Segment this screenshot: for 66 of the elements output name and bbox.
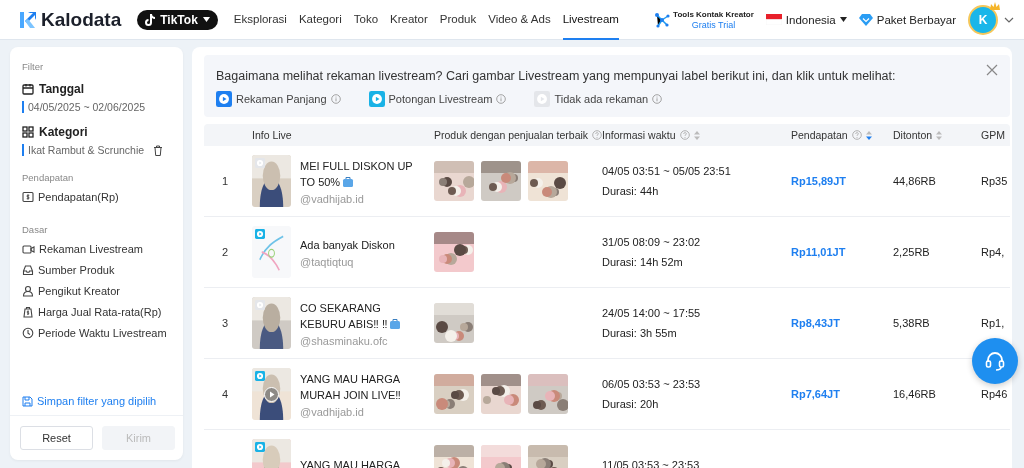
filter-value[interactable]: 04/05/2025 ~ 02/06/2025 (28, 101, 146, 113)
filter-label: Tanggal (39, 82, 85, 96)
revenue-value: Rp11,01JT (791, 246, 846, 258)
trial-link[interactable]: Gratis Trial (691, 19, 736, 31)
group-heading: Dasar (22, 224, 49, 235)
reset-button[interactable]: Reset (20, 426, 93, 450)
filter-option[interactable]: Rekaman Livestream (22, 243, 143, 255)
column-header: Ditonton (893, 129, 933, 141)
nav-tab[interactable]: Kreator (390, 0, 428, 40)
nav-tab[interactable]: Produk (439, 0, 477, 40)
live-title[interactable]: YANG MAU HARGA MURAH JOIN LIVE‼ (300, 370, 424, 403)
filter-option[interactable]: Pengikut Kreator (22, 285, 120, 297)
column-header: Produk dengan penjualan terbaik (434, 129, 589, 141)
plan-button[interactable]: Paket Berbayar (858, 13, 956, 26)
legend-label: Tidak ada rekaman (554, 93, 649, 105)
filter-option[interactable]: Harga Jual Rata-rata(Rp) (22, 306, 162, 318)
logo-text: Kalodata (41, 8, 122, 31)
time-range: 31/05 08:09 ~ 23:02 (602, 236, 702, 248)
filter-option[interactable]: Sumber Produk (22, 264, 115, 276)
time-range: 24/05 14:00 ~ 17:55 (602, 307, 702, 319)
nav-tab[interactable]: Video & Ads (488, 0, 551, 40)
nav-tab[interactable]: Livestream (562, 0, 619, 40)
platform-dropdown[interactable]: TikTok (137, 9, 218, 30)
region-dropdown[interactable]: Indonesia (765, 13, 847, 26)
revenue-value: Rp8,43JT (791, 317, 840, 329)
column-header: Info Live (252, 129, 292, 141)
tools-title: Tools Kontak Kreator (673, 8, 754, 20)
filter-heading: Filter (22, 61, 45, 72)
time-range: 06/05 03:53 ~ 23:53 (602, 378, 702, 390)
duration: Durasi: 20h (602, 398, 660, 410)
live-title[interactable]: CO SEKARANG KEBURU ABIS‼ ‼ (300, 299, 424, 332)
column-header: GPM (981, 129, 1005, 141)
gpm-value: Rp46 (981, 388, 1008, 400)
live-title[interactable]: Ada banyak Diskon (300, 236, 424, 253)
duration: Durasi: 14h 52m (602, 256, 684, 268)
rank-number: 4 (222, 388, 229, 400)
revenue-value: Rp7,64JT (791, 388, 840, 400)
column-header: Informasi waktu (602, 129, 676, 141)
views-value: 5,38RB (893, 317, 930, 329)
filter-option[interactable]: Pendapatan(Rp) (22, 191, 119, 203)
views-value: 2,25RB (893, 246, 930, 258)
time-range: 04/05 03:51 ~ 05/05 23:51 (602, 165, 732, 177)
column-header: Pendapatan (791, 129, 848, 141)
filter-option[interactable]: Periode Waktu Livestream (22, 327, 167, 339)
nav-tab[interactable]: Toko (353, 0, 379, 40)
duration: Durasi: 44h (602, 185, 660, 197)
banner-text: Bagaimana melihat rekaman livestream? Cari gambar Livestream yang mempunyai label berikut ini, dan klik untuk melihat: (216, 69, 897, 83)
views-value: 44,86RB (893, 175, 936, 187)
nav-tab[interactable]: Eksplorasi (233, 0, 287, 40)
legend-label: Rekaman Panjang (236, 93, 327, 105)
gpm-value: Rp4, (981, 246, 1005, 258)
filter-value[interactable]: Ikat Rambut & Scrunchie (28, 144, 145, 156)
gpm-value: Rp1, (981, 317, 1005, 329)
gpm-value: Rp35 (981, 175, 1008, 187)
rank-number: 1 (222, 175, 229, 187)
nav-tab[interactable]: Kategori (298, 0, 342, 40)
duration: Durasi: 3h 55m (602, 327, 678, 339)
rank-number: 2 (222, 246, 229, 258)
legend-label: Potongan Livestream (388, 93, 493, 105)
revenue-value: Rp15,89JT (791, 175, 847, 187)
live-title[interactable]: MEI FULL DISKON UP TO 50% (300, 157, 424, 190)
views-value: 16,46RB (893, 388, 936, 400)
filter-label: Kategori (39, 125, 88, 139)
save-filter-link[interactable]: Simpan filter yang dipilih (22, 395, 171, 407)
rank-number: 3 (222, 317, 229, 329)
group-heading: Pendapatan (22, 172, 75, 183)
